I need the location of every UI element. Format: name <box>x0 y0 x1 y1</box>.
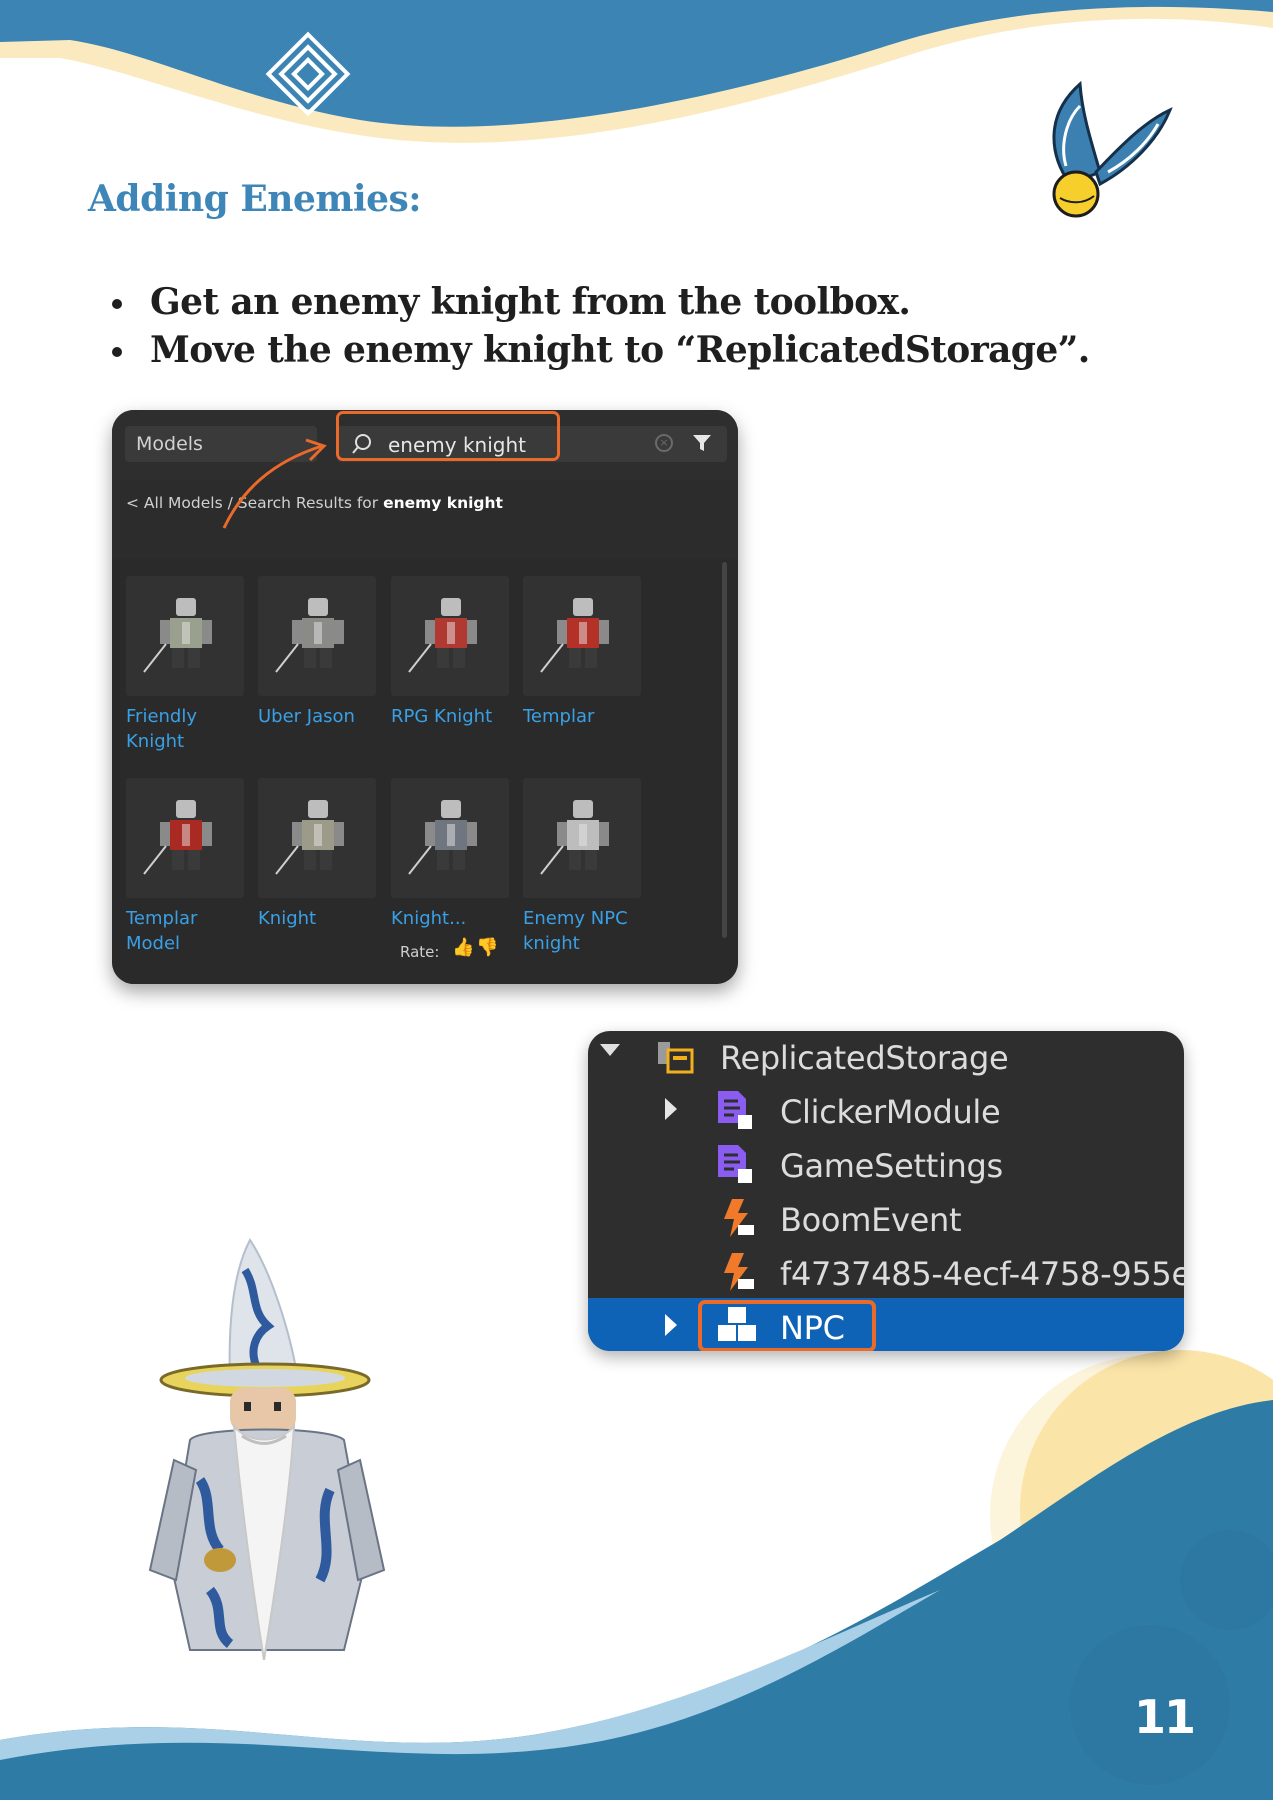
search-highlight <box>336 411 560 461</box>
instruction-item: Move the enemy knight to “ReplicatedStor… <box>108 326 1090 374</box>
remote-event-icon <box>724 1199 754 1237</box>
result-card-label[interactable]: Uber Jason <box>258 704 378 729</box>
knight-thumbnail-icon <box>275 598 344 673</box>
golden-snitch-icon <box>1052 80 1173 218</box>
expand-arrow-icon[interactable] <box>664 1313 678 1337</box>
explorer-panel: ReplicatedStorage ClickerModule GameSett… <box>588 1031 1184 1351</box>
rate-label: Rate: <box>400 943 440 961</box>
page-number: 11 <box>1134 1690 1196 1744</box>
result-card-label[interactable]: Friendly Knight <box>126 704 246 754</box>
result-card[interactable] <box>126 778 244 898</box>
result-card[interactable] <box>523 576 641 696</box>
result-card-label[interactable]: Knight <box>258 906 378 931</box>
remote-event-icon <box>724 1253 754 1291</box>
thumbs-rating-icon[interactable]: 👍👎 <box>452 937 501 958</box>
tree-item-boomevent[interactable]: BoomEvent <box>780 1193 962 1247</box>
tree-item-clickermodule[interactable]: ClickerModule <box>780 1085 1001 1139</box>
module-script-icon <box>718 1145 752 1183</box>
result-card[interactable] <box>391 576 509 696</box>
result-card-label[interactable]: RPG Knight <box>391 704 511 729</box>
page-heading: Adding Enemies: <box>88 178 422 220</box>
knight-thumbnail-icon <box>143 598 212 673</box>
knight-thumbnail-icon <box>143 800 212 875</box>
instruction-item: Get an enemy knight from the toolbox. <box>108 278 1090 326</box>
filter-icon[interactable] <box>692 434 712 452</box>
knight-thumbnail-icon <box>275 800 344 875</box>
expand-arrow-icon[interactable] <box>664 1097 678 1121</box>
folder-icon <box>658 1042 694 1074</box>
wizard-character-illustration <box>148 1238 386 1661</box>
knight-thumbnail-icon <box>540 598 609 673</box>
arrow-annotation-icon <box>222 438 327 529</box>
module-script-icon <box>718 1091 752 1129</box>
result-card[interactable] <box>523 778 641 898</box>
npc-highlight <box>698 1300 876 1351</box>
collapse-arrow-icon[interactable] <box>600 1042 622 1058</box>
tree-item-remote-event[interactable]: f4737485-4ecf-4758-955e-e <box>780 1247 1184 1301</box>
instruction-list: Get an enemy knight from the toolbox. Mo… <box>108 278 1090 374</box>
result-card[interactable] <box>258 778 376 898</box>
knight-thumbnail-icon <box>540 800 609 875</box>
toolbox-panel: Models enemy knight × < All Models / Sea… <box>112 410 738 984</box>
result-card[interactable] <box>126 576 244 696</box>
logo-icon <box>265 31 351 117</box>
scrollbar[interactable] <box>722 562 727 938</box>
result-card-label[interactable]: Knight... <box>391 906 511 931</box>
knight-thumbnail-icon <box>408 598 477 673</box>
tree-item-gamesettings[interactable]: GameSettings <box>780 1139 1003 1193</box>
clear-icon[interactable]: × <box>655 434 673 452</box>
result-card-label[interactable]: Templar Model <box>126 906 246 956</box>
result-card[interactable] <box>258 576 376 696</box>
result-card-label[interactable]: Templar <box>523 704 643 729</box>
result-card[interactable] <box>391 778 509 898</box>
tree-item-replicatedstorage[interactable]: ReplicatedStorage <box>720 1031 1009 1085</box>
result-card-label[interactable]: Enemy NPC knight <box>523 906 643 956</box>
knight-thumbnail-icon <box>408 800 477 875</box>
